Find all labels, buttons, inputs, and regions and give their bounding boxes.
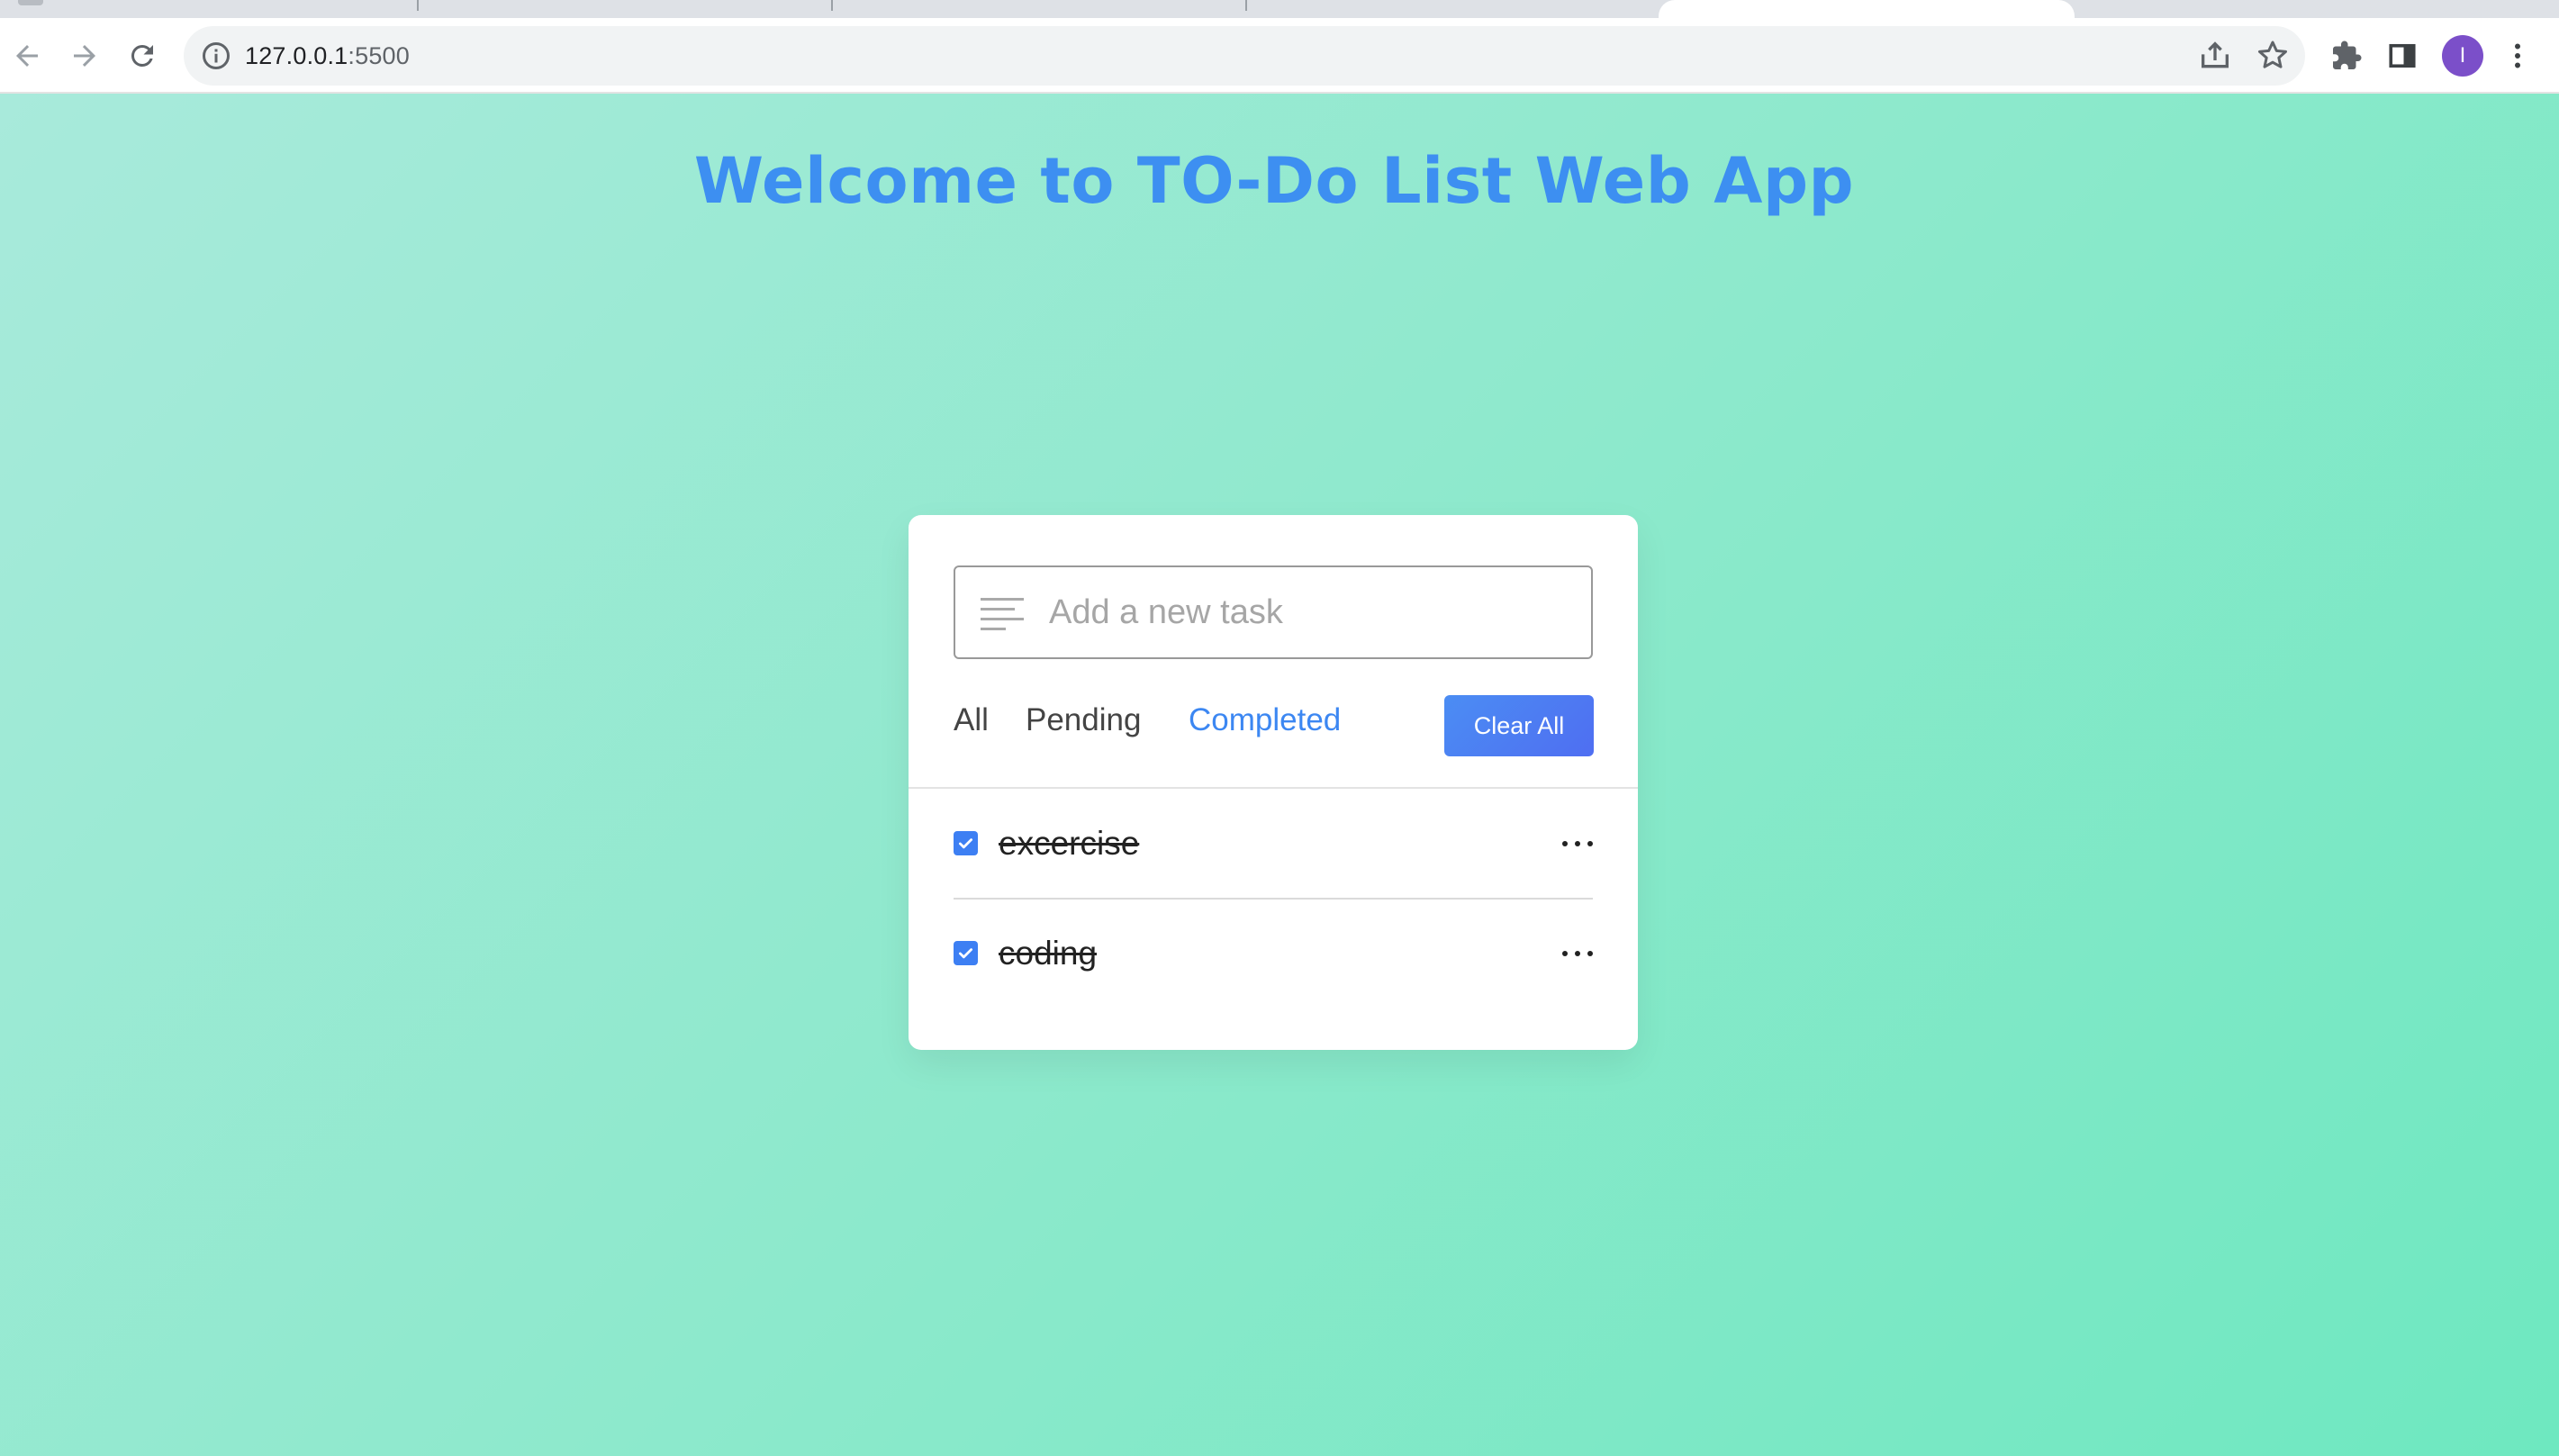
- task-checkbox[interactable]: [954, 940, 978, 965]
- url-host: 127.0.0.1: [245, 42, 348, 69]
- filter-all[interactable]: All: [954, 702, 989, 738]
- tab-strip: [0, 0, 2559, 18]
- forward-arrow-icon[interactable]: [65, 36, 104, 76]
- side-panel-icon[interactable]: [2383, 36, 2422, 76]
- address-bar[interactable]: 127.0.0.1:5500: [184, 26, 2305, 86]
- page-title: Welcome to TO-Do List Web App: [693, 144, 1855, 218]
- share-icon[interactable]: [2197, 38, 2233, 74]
- clear-all-button[interactable]: Clear All: [1444, 695, 1594, 756]
- browser-toolbar: 127.0.0.1:5500 I: [0, 18, 2559, 94]
- task-input-box[interactable]: [954, 565, 1593, 659]
- page-background: Welcome to TO-Do List Web App All Pendin…: [0, 94, 2559, 1456]
- task-label: excercise: [999, 824, 1140, 862]
- info-icon[interactable]: [200, 40, 232, 72]
- check-icon: [958, 947, 973, 958]
- url-text[interactable]: 127.0.0.1:5500: [245, 26, 410, 86]
- tab-separator: [831, 0, 833, 11]
- task-list: excercise coding: [954, 789, 1593, 1007]
- task-item: excercise: [954, 789, 1593, 898]
- more-options-icon[interactable]: [1562, 945, 1593, 963]
- task-input[interactable]: [1049, 567, 1580, 657]
- extensions-icon[interactable]: [2327, 36, 2366, 76]
- text-lines-icon: [981, 598, 1024, 630]
- task-label: coding: [999, 934, 1098, 972]
- more-options-icon[interactable]: [1562, 835, 1593, 853]
- reload-icon[interactable]: [122, 36, 162, 76]
- task-checkbox[interactable]: [954, 830, 978, 855]
- filter-pending[interactable]: Pending: [1026, 702, 1141, 738]
- tab-favicon: [18, 0, 43, 5]
- task-item: coding: [954, 898, 1593, 1007]
- active-tab[interactable]: [1659, 0, 2075, 18]
- filter-completed[interactable]: Completed: [1189, 702, 1341, 738]
- url-port: :5500: [348, 42, 410, 69]
- tab-separator: [1245, 0, 1247, 11]
- todo-card: All Pending Completed Clear All excercis…: [909, 515, 1638, 1050]
- star-icon[interactable]: [2255, 38, 2291, 74]
- check-icon: [958, 837, 973, 848]
- profile-avatar[interactable]: I: [2442, 35, 2483, 77]
- kebab-menu-icon[interactable]: [2498, 36, 2537, 76]
- tab-separator: [417, 0, 419, 11]
- back-arrow-icon[interactable]: [7, 36, 47, 76]
